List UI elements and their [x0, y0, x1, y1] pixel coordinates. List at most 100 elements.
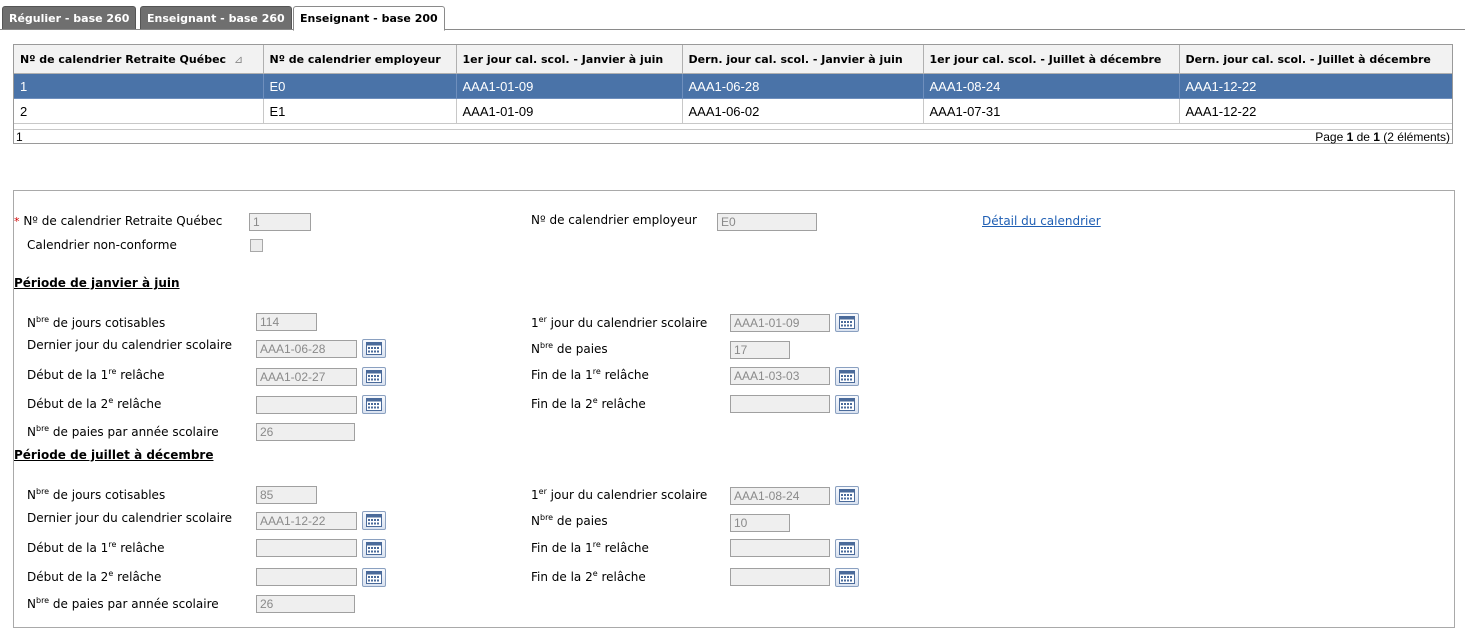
column-header-rq[interactable]: Nº de calendrier Retraite Québec ⊿	[14, 45, 264, 74]
p1-fin2-calendar-button[interactable]	[835, 395, 859, 414]
p1-deb1-field[interactable]: AAA1-02-27	[256, 368, 357, 386]
calendar-icon	[839, 489, 855, 502]
p1-premier-calendar-button[interactable]	[835, 313, 859, 332]
employer-calendar-field[interactable]: E0	[717, 213, 817, 231]
period1-title: Période de janvier à juin	[14, 276, 180, 290]
calendar-icon	[839, 370, 855, 383]
sort-ascending-icon: ⊿	[234, 52, 244, 66]
tab-divider	[0, 29, 1465, 30]
p1-dernier-label: Dernier jour du calendrier scolaire	[27, 338, 233, 352]
period2-title: Période de juillet à décembre	[14, 448, 214, 462]
p2-fin2-field[interactable]	[730, 568, 830, 586]
p2-deb1-label: Début de la 1re relâche	[27, 540, 165, 555]
p1-deb2-calendar-button[interactable]	[362, 395, 386, 414]
table-cell: E0	[262, 73, 457, 99]
p2-premier-label: 1er jour du calendrier scolaire	[531, 487, 708, 502]
p1-premier-label: 1er jour du calendrier scolaire	[531, 315, 708, 330]
p2-deb2-label: Début de la 2e relâche	[27, 569, 162, 584]
table-cell: 2	[14, 98, 264, 124]
p2-paies-an-label: Nbre de paies par année scolaire	[27, 596, 219, 611]
calendar-table: Nº de calendrier Retraite Québec ⊿ Nº de …	[14, 45, 1452, 124]
table-cell: AAA1-01-09	[455, 98, 683, 124]
calendar-icon	[366, 342, 382, 355]
employer-calendar-label: Nº de calendrier employeur	[531, 213, 697, 227]
table-cell: E1	[262, 98, 457, 124]
table-cell: AAA1-06-02	[681, 98, 924, 124]
table-header-row: Nº de calendrier Retraite Québec ⊿ Nº de …	[14, 45, 1452, 74]
p2-deb2-field[interactable]	[256, 568, 357, 586]
p2-fin1-label: Fin de la 1re relâche	[531, 540, 649, 555]
table-cell: AAA1-12-22	[1178, 73, 1452, 99]
p1-fin1-label: Fin de la 1re relâche	[531, 367, 649, 382]
p1-fin1-field[interactable]: AAA1-03-03	[730, 367, 830, 385]
calendar-icon	[839, 398, 855, 411]
table-cell: AAA1-07-31	[922, 98, 1180, 124]
p2-paies-label: Nbre de paies	[531, 513, 608, 528]
calendar-icon	[366, 370, 382, 383]
table-row[interactable]: 2 E1 AAA1-01-09 AAA1-06-02 AAA1-07-31 AA…	[14, 98, 1452, 124]
p1-paies-field[interactable]: 17	[730, 341, 790, 359]
table-cell: AAA1-12-22	[1178, 98, 1452, 124]
p2-paies-an-field[interactable]: 26	[256, 595, 355, 613]
p2-jours-label: Nbre de jours cotisables	[27, 487, 166, 502]
p1-jours-field[interactable]: 114	[256, 313, 317, 331]
calendar-icon	[366, 398, 382, 411]
p2-paies-field[interactable]: 10	[730, 514, 790, 532]
calendar-detail-link[interactable]: Détail du calendrier	[982, 214, 1101, 228]
p2-fin2-calendar-button[interactable]	[835, 568, 859, 587]
footer-count: 1	[16, 130, 23, 144]
p2-premier-field[interactable]: AAA1-08-24	[730, 487, 830, 505]
tab-enseignant-200[interactable]: Enseignant - base 200	[293, 6, 445, 31]
p2-premier-calendar-button[interactable]	[835, 486, 859, 505]
calendar-icon	[366, 571, 382, 584]
table-row[interactable]: 1 E0 AAA1-01-09 AAA1-06-28 AAA1-08-24 AA…	[14, 73, 1452, 99]
calendar-icon	[839, 542, 855, 555]
p1-deb2-label: Début de la 2e relâche	[27, 396, 162, 411]
p1-fin2-label: Fin de la 2e relâche	[531, 396, 646, 411]
p2-fin1-field[interactable]	[730, 539, 830, 557]
p2-fin1-calendar-button[interactable]	[835, 539, 859, 558]
p1-premier-field[interactable]: AAA1-01-09	[730, 314, 830, 332]
p2-dernier-calendar-button[interactable]	[362, 511, 386, 530]
p1-fin1-calendar-button[interactable]	[835, 367, 859, 386]
p1-paies-label: Nbre de paies	[531, 341, 608, 356]
detail-panel: * Nº de calendrier Retraite Québec 1 Cal…	[13, 190, 1455, 628]
p2-deb1-field[interactable]	[256, 539, 357, 557]
tab-enseignant-260[interactable]: Enseignant - base 260	[140, 6, 292, 29]
calendar-icon	[839, 316, 855, 329]
p1-dernier-field[interactable]: AAA1-06-28	[256, 340, 357, 358]
column-header-first-day-jan-jun[interactable]: 1er jour cal. scol. - Janvier à juin	[455, 45, 683, 74]
p1-deb2-field[interactable]	[256, 396, 357, 414]
p2-deb1-calendar-button[interactable]	[362, 539, 386, 558]
table-cell: AAA1-08-24	[922, 73, 1180, 99]
p2-fin2-label: Fin de la 2e relâche	[531, 569, 646, 584]
p1-paies-an-field[interactable]: 26	[256, 423, 355, 441]
rq-calendar-label: * Nº de calendrier Retraite Québec	[14, 214, 223, 228]
grid-footer: 1 Page 1 de 1 (2 éléments)	[14, 129, 1452, 144]
rq-calendar-field[interactable]: 1	[249, 213, 311, 231]
p1-fin2-field[interactable]	[730, 395, 830, 413]
p2-dernier-field[interactable]: AAA1-12-22	[256, 512, 357, 530]
tab-bar: Régulier - base 260 Enseignant - base 26…	[0, 0, 1465, 31]
column-header-last-day-jan-jun[interactable]: Dern. jour cal. scol. - Janvier à juin	[681, 45, 924, 74]
table-cell: AAA1-06-28	[681, 73, 924, 99]
column-header-employer[interactable]: Nº de calendrier employeur	[262, 45, 457, 74]
p1-jours-label: Nbre de jours cotisables	[27, 315, 166, 330]
p1-deb1-calendar-button[interactable]	[362, 367, 386, 386]
column-header-last-day-jul-dec[interactable]: Dern. jour cal. scol. - Juillet à décemb…	[1178, 45, 1452, 74]
calendar-grid: Nº de calendrier Retraite Québec ⊿ Nº de …	[13, 44, 1453, 144]
p1-paies-an-label: Nbre de paies par année scolaire	[27, 424, 219, 439]
calendar-icon	[839, 571, 855, 584]
nonconforme-label: Calendrier non-conforme	[27, 238, 177, 252]
table-cell: 1	[14, 73, 264, 99]
tab-regulier-260[interactable]: Régulier - base 260	[2, 6, 137, 29]
nonconforme-checkbox[interactable]	[250, 239, 263, 252]
calendar-icon	[366, 514, 382, 527]
p2-deb2-calendar-button[interactable]	[362, 568, 386, 587]
p2-jours-field[interactable]: 85	[256, 486, 317, 504]
column-header-first-day-jul-dec[interactable]: 1er jour cal. scol. - Juillet à décembre	[922, 45, 1180, 74]
p1-dernier-calendar-button[interactable]	[362, 339, 386, 358]
pager-info: Page 1 de 1 (2 éléments)	[1315, 130, 1450, 144]
calendar-icon	[366, 542, 382, 555]
p2-dernier-label: Dernier jour du calendrier scolaire	[27, 511, 233, 525]
